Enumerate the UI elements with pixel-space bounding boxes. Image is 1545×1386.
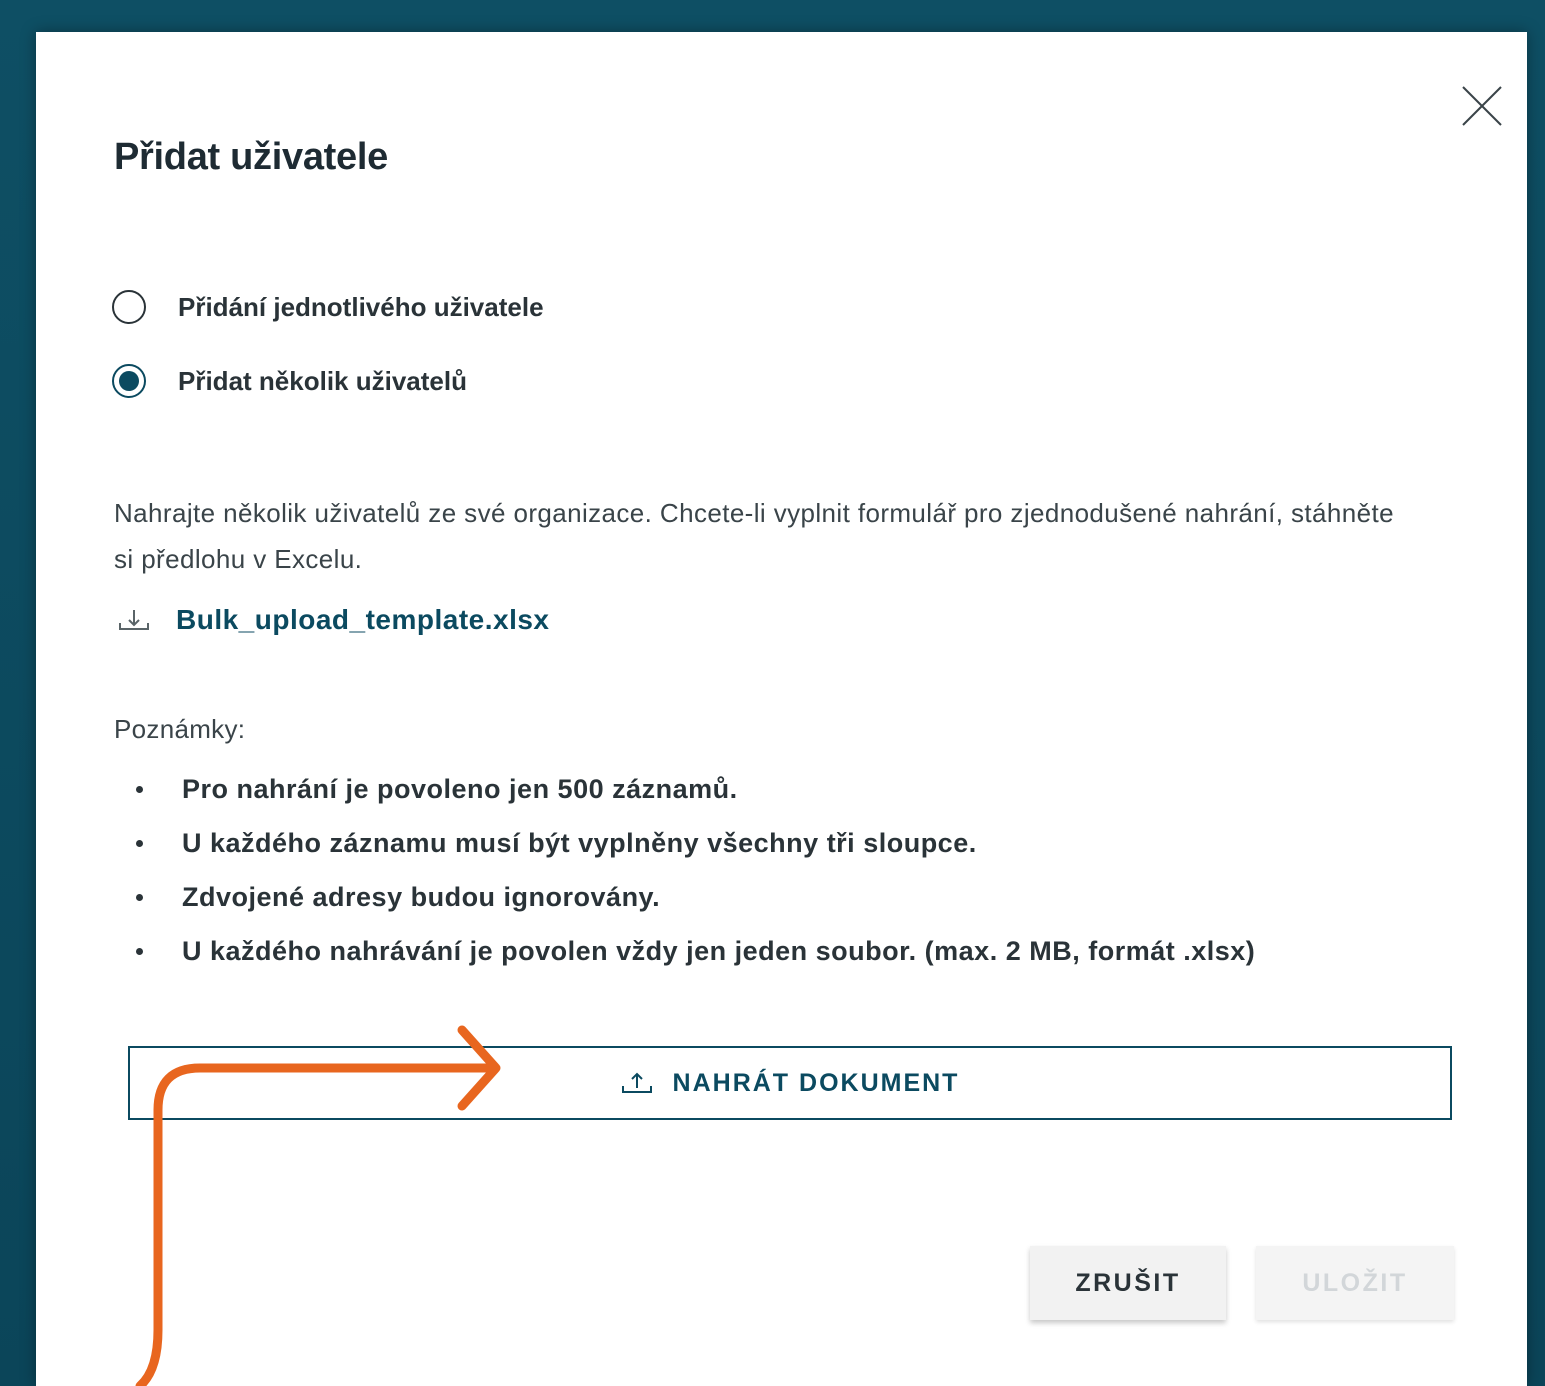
notes-heading: Poznámky: (114, 714, 246, 744)
radio-single-user[interactable]: Přidání jednotlivého uživatele (112, 290, 544, 324)
save-button[interactable]: ULOŽIT (1256, 1246, 1454, 1320)
radio-button-unchecked[interactable] (112, 290, 146, 324)
radio-label: Přidání jednotlivého uživatele (178, 291, 544, 322)
notes-list: Pro nahrání je povoleno jen 500 záznamů.… (126, 762, 1255, 978)
list-item: Zdvojené adresy budou ignorovány. (126, 870, 1255, 924)
list-item: U každého záznamu musí být vyplněny všec… (126, 816, 1255, 870)
radio-button-checked[interactable] (112, 364, 146, 398)
upload-icon (621, 1072, 652, 1093)
list-item: U každého nahrávání je povolen vždy jen … (126, 924, 1255, 978)
cancel-button[interactable]: ZRUŠIT (1030, 1246, 1226, 1320)
radio-label: Přidat několik uživatelů (178, 365, 467, 396)
download-icon (119, 610, 149, 630)
radio-multiple-users[interactable]: Přidat několik uživatelů (112, 364, 467, 398)
upload-button-label: NAHRÁT DOKUMENT (672, 1068, 960, 1097)
add-user-dialog: Přidat uživatele Přidání jednotlivého už… (36, 32, 1527, 1386)
close-icon (1462, 86, 1502, 126)
bulk-upload-description: Nahrajte několik uživatelů ze své organi… (114, 498, 1394, 574)
list-item: Pro nahrání je povoleno jen 500 záznamů. (126, 762, 1255, 816)
dialog-title: Přidat uživatele (114, 136, 388, 178)
template-file-name: Bulk_upload_template.xlsx (176, 604, 550, 635)
upload-document-button[interactable]: NAHRÁT DOKUMENT (128, 1046, 1452, 1120)
close-button[interactable] (1460, 84, 1504, 128)
template-download-link[interactable]: Bulk_upload_template.xlsx (118, 604, 550, 636)
